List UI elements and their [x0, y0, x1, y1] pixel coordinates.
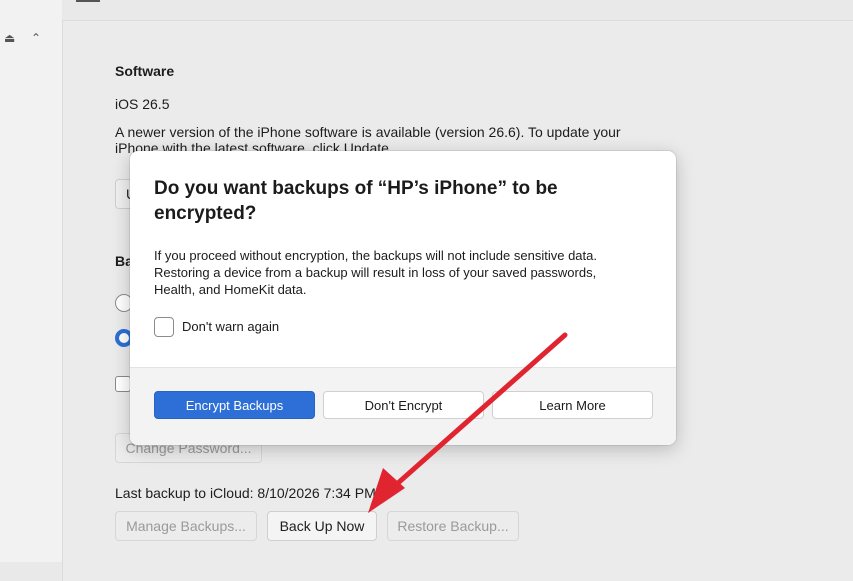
- dialog-title: Do you want backups of “HP’s iPhone” to …: [154, 176, 654, 226]
- dont-encrypt-button[interactable]: Don't Encrypt: [323, 391, 484, 419]
- encryption-dialog: Do you want backups of “HP’s iPhone” to …: [130, 151, 676, 445]
- sidebar-strip: [0, 0, 62, 562]
- last-backup-text: Last backup to iCloud: 8/10/2026 7:34 PM: [115, 485, 376, 501]
- dont-warn-checkbox[interactable]: [154, 317, 174, 337]
- restore-backup-button[interactable]: Restore Backup...: [387, 511, 519, 541]
- top-divider: [76, 0, 100, 2]
- dialog-message-line1: If you proceed without encryption, the b…: [154, 248, 597, 263]
- manage-backups-label: Manage Backups...: [126, 518, 246, 534]
- dialog-message-line2: Restoring a device from a backup will re…: [154, 265, 597, 280]
- chevron-up-icon[interactable]: ⌃: [31, 31, 45, 45]
- back-up-now-button[interactable]: Back Up Now: [267, 511, 377, 541]
- learn-more-button[interactable]: Learn More: [492, 391, 653, 419]
- update-message-line1: A newer version of the iPhone software i…: [115, 124, 621, 140]
- eject-icon[interactable]: ⏏: [4, 31, 18, 45]
- dialog-title-line1: Do you want backups of “HP’s iPhone” to …: [154, 178, 558, 199]
- encrypt-backups-button[interactable]: Encrypt Backups: [154, 391, 315, 419]
- dont-warn-label: Don't warn again: [182, 319, 280, 334]
- manage-backups-button[interactable]: Manage Backups...: [115, 511, 257, 541]
- dialog-title-line2: encrypted?: [154, 203, 257, 224]
- restore-backup-label: Restore Backup...: [397, 518, 509, 534]
- dialog-message-line3: Health, and HomeKit data.: [154, 282, 307, 297]
- back-up-now-label: Back Up Now: [279, 518, 365, 534]
- encrypt-local-backup-checkbox[interactable]: [115, 376, 131, 392]
- dialog-message: If you proceed without encryption, the b…: [154, 247, 654, 298]
- software-section-title: Software: [115, 63, 175, 79]
- ios-version: iOS 26.5: [115, 96, 170, 112]
